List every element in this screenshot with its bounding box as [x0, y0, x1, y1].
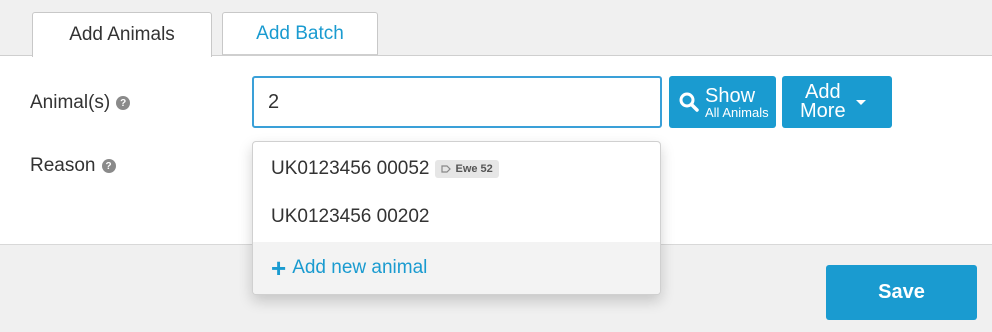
add-new-animal-label: Add new animal — [292, 257, 428, 278]
tag-icon — [441, 165, 452, 173]
animal-id: UK0123456 00202 — [271, 206, 430, 227]
list-item[interactable]: UK0123456 00202 — [253, 192, 660, 242]
add-more-line2: More — [800, 100, 846, 122]
show-button-line2: All Animals — [705, 104, 769, 120]
tab-add-animals[interactable]: Add Animals — [32, 12, 212, 57]
show-button-line1: Show — [705, 84, 756, 107]
search-icon — [679, 92, 699, 112]
animal-suggestions-dropdown: UK0123456 00052 Ewe 52 UK0123456 00202 +… — [252, 141, 661, 295]
animal-tag-text: Ewe 52 — [455, 163, 493, 175]
tab-add-batch[interactable]: Add Batch — [222, 12, 378, 55]
animal-tag-badge: Ewe 52 — [435, 160, 499, 178]
plus-icon: + — [271, 253, 287, 283]
animals-label-text: Animal(s) — [30, 92, 111, 113]
add-new-animal-item[interactable]: + Add new animal — [253, 242, 660, 294]
add-more-button[interactable]: Add More — [782, 76, 892, 128]
help-icon[interactable]: ? — [101, 159, 116, 173]
animal-id: UK0123456 00052 — [271, 158, 430, 179]
animal-search-input[interactable] — [252, 76, 662, 128]
chevron-down-icon — [855, 99, 866, 105]
list-item[interactable]: UK0123456 00052 Ewe 52 — [253, 144, 660, 194]
show-all-animals-button[interactable]: Show All Animals — [669, 76, 776, 128]
reason-label: Reason ? — [30, 155, 116, 177]
tab-bar: Add Animals Add Batch — [0, 0, 992, 57]
save-button[interactable]: Save — [826, 265, 977, 320]
reason-label-text: Reason — [30, 155, 96, 176]
help-icon[interactable]: ? — [116, 96, 131, 110]
animals-label: Animal(s) ? — [30, 92, 131, 114]
